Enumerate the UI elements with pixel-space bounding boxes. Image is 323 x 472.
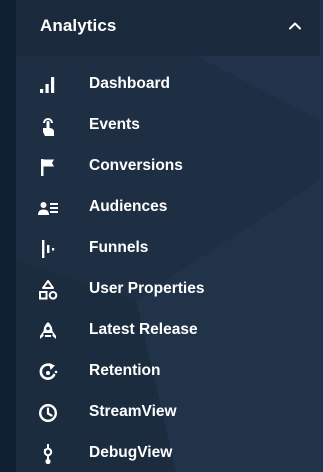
chevron-up-icon[interactable]: [288, 19, 302, 33]
nav-item-debugview[interactable]: DebugView: [16, 433, 320, 472]
nav-label: Dashboard: [89, 75, 170, 92]
nav-label: StreamView: [89, 403, 177, 420]
nav-item-latest-release[interactable]: Latest Release: [16, 310, 320, 351]
nav-item-streamview[interactable]: StreamView: [16, 392, 320, 433]
funnel-icon: [37, 238, 59, 260]
touch-icon: [37, 115, 59, 137]
analytics-nav-list: Dashboard Events Conversions Audiences F…: [16, 64, 320, 472]
nav-item-audiences[interactable]: Audiences: [16, 187, 320, 228]
nav-item-events[interactable]: Events: [16, 105, 320, 146]
retention-icon: [37, 361, 59, 383]
nav-label: Events: [89, 116, 140, 133]
nav-item-user-properties[interactable]: User Properties: [16, 269, 320, 310]
nav-label: DebugView: [89, 444, 173, 461]
nav-item-retention[interactable]: Retention: [16, 351, 320, 392]
analytics-sidebar: Analytics Dashboard Events Conversions A…: [0, 0, 323, 472]
nav-label: Retention: [89, 362, 161, 379]
section-title: Analytics: [40, 16, 117, 35]
nav-item-dashboard[interactable]: Dashboard: [16, 64, 320, 105]
nav-item-funnels[interactable]: Funnels: [16, 228, 320, 269]
release-icon: [37, 320, 59, 342]
sidebar-left-edge: [0, 0, 16, 472]
nav-label: User Properties: [89, 280, 205, 297]
nav-label: Funnels: [89, 239, 149, 256]
analytics-panel: Analytics Dashboard Events Conversions A…: [16, 0, 320, 472]
nav-item-conversions[interactable]: Conversions: [16, 146, 320, 187]
audience-icon: [37, 197, 59, 219]
analytics-section-header[interactable]: Analytics: [16, 0, 320, 56]
nav-label: Latest Release: [89, 321, 198, 338]
clock-icon: [37, 402, 59, 424]
flag-icon: [37, 156, 59, 178]
nav-label: Audiences: [89, 198, 168, 215]
nav-label: Conversions: [89, 157, 183, 174]
debug-icon: [37, 443, 59, 465]
bar-chart-icon: [37, 74, 59, 96]
user-properties-icon: [37, 279, 59, 301]
